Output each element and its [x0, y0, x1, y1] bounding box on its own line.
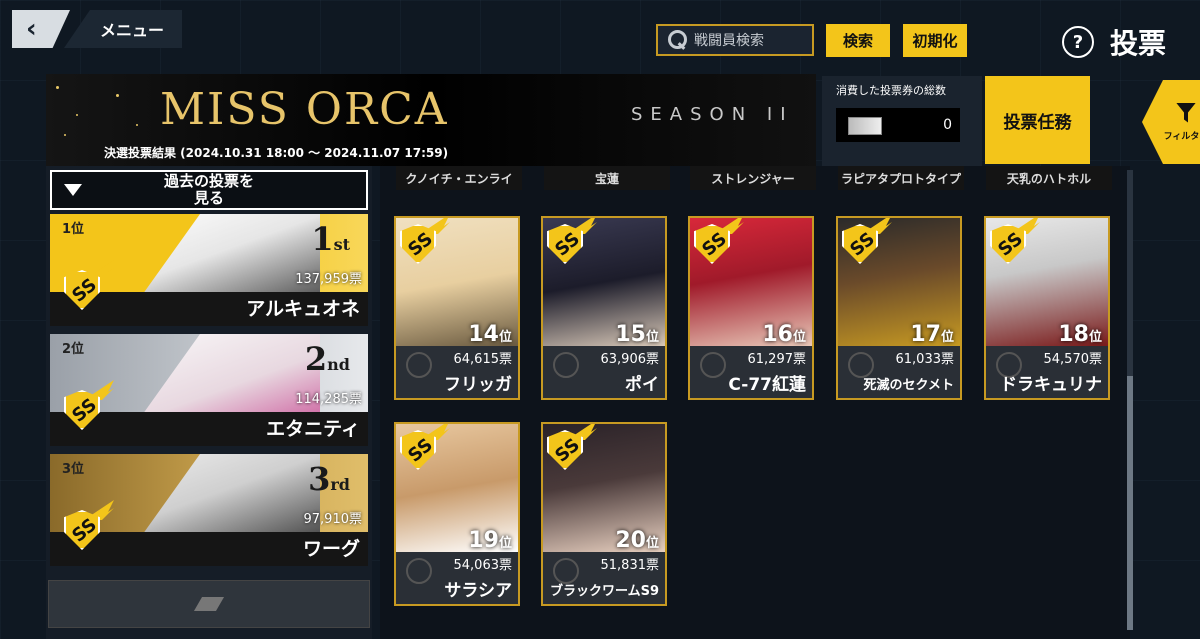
vote-count: 51,831票 — [600, 558, 660, 573]
rank-name: アルキュオネ — [246, 298, 360, 320]
vote-count: 64,615票 — [453, 352, 513, 367]
character-name: ポイ — [625, 375, 659, 395]
character-name: C-77紅蓮 — [728, 375, 806, 395]
faction-icon — [553, 352, 579, 378]
rank-number: 18位 — [1058, 322, 1102, 347]
ticket-counter: 消費した投票券の総数 0 — [822, 76, 982, 166]
ticket-counter-label: 消費した投票券の総数 — [836, 84, 946, 97]
chevron-left-icon: ‹ — [26, 14, 37, 44]
rank-card-2[interactable]: 2位 2nd 114,285票 エタニティ SS — [50, 334, 368, 446]
vote-count: 63,906票 — [600, 352, 660, 367]
prev-row-name: ラピアタプロトタイプ — [838, 166, 964, 190]
ss-badge-icon: SS — [58, 260, 114, 316]
character-card[interactable]: 14位 64,615票 フリッガ SS — [394, 216, 520, 400]
character-card[interactable]: 19位 54,063票 サラシア SS — [394, 422, 520, 606]
rank-number: 19位 — [468, 528, 512, 553]
faction-icon — [406, 352, 432, 378]
rank-ordinal: 1st — [311, 220, 350, 258]
event-banner: MISS ORCA SEASON II 決選投票結果 (2024.10.31 1… — [46, 74, 816, 166]
question-icon[interactable]: ? — [1062, 26, 1094, 58]
rank-name: ワーグ — [302, 538, 360, 560]
banner-logo: MISS ORCA — [160, 84, 449, 135]
character-name: サラシア — [444, 581, 512, 601]
vote-count: 54,570票 — [1043, 352, 1103, 367]
filter-icon — [1176, 102, 1196, 123]
page-title: 投票 — [1110, 27, 1167, 60]
ticket-icon — [848, 117, 882, 135]
scrollbar-thumb[interactable] — [1127, 376, 1133, 630]
rank-number: 16位 — [762, 322, 806, 347]
rank-ordinal: 2nd — [304, 340, 350, 378]
reset-button[interactable]: 初期化 — [903, 24, 967, 57]
vote-count: 54,063票 — [453, 558, 513, 573]
character-card[interactable]: 17位 61,033票 死滅のセクメト SS — [836, 216, 962, 400]
menu-button[interactable]: メニュー — [64, 10, 182, 48]
ss-badge-icon: SS — [543, 218, 597, 270]
character-card[interactable]: 18位 54,570票 ドラキュリナ SS — [984, 216, 1110, 400]
prev-row-name: 宝蓮 — [544, 166, 670, 190]
vote-count: 61,297票 — [747, 352, 807, 367]
rank-number: 14位 — [468, 322, 512, 347]
rank-place: 3位 — [62, 462, 85, 477]
filter-button[interactable]: フィルター — [1142, 80, 1200, 164]
decoration-button[interactable] — [48, 580, 370, 628]
rank-place: 1位 — [62, 222, 85, 237]
character-card[interactable]: 16位 61,297票 C-77紅蓮 SS — [688, 216, 814, 400]
eraser-icon — [193, 597, 225, 611]
ticket-counter-value: 0 — [943, 117, 952, 133]
rank-number: 17位 — [910, 322, 954, 347]
rank-place: 2位 — [62, 342, 85, 357]
rank-votes: 137,959票 — [295, 272, 362, 287]
search-button[interactable]: 検索 — [826, 24, 890, 57]
ss-badge-icon: SS — [58, 380, 114, 436]
rank-card-3[interactable]: 3位 3rd 97,910票 ワーグ SS — [50, 454, 368, 566]
banner-season: SEASON II — [631, 104, 794, 125]
search-placeholder: 戦闘員検索 — [694, 33, 764, 49]
search-input[interactable]: 戦闘員検索 — [656, 24, 814, 56]
rank-name: エタニティ — [266, 418, 360, 440]
ss-badge-icon: SS — [838, 218, 892, 270]
past-votes-label: 過去の投票を 見る — [163, 172, 254, 207]
past-votes-button[interactable]: 過去の投票を 見る — [50, 170, 368, 210]
rank-votes: 114,285票 — [295, 392, 362, 407]
ss-badge-icon: SS — [690, 218, 744, 270]
ss-badge-icon: SS — [543, 424, 597, 476]
ss-badge-icon: SS — [396, 424, 450, 476]
back-button[interactable]: ‹ — [12, 10, 70, 48]
faction-icon — [700, 352, 726, 378]
banner-subtitle: 決選投票結果 (2024.10.31 18:00 ～ 2024.11.07 17… — [104, 146, 449, 160]
filter-label: フィルター — [1163, 131, 1200, 142]
faction-icon — [406, 558, 432, 584]
prev-row-name: クノイチ・エンライ — [396, 166, 522, 190]
character-name: 死滅のセクメト — [863, 378, 954, 393]
character-card[interactable]: 15位 63,906票 ポイ SS — [541, 216, 667, 400]
ss-badge-icon: SS — [58, 500, 114, 556]
ss-badge-icon: SS — [986, 218, 1040, 270]
rank-number: 15位 — [615, 322, 659, 347]
prev-row-name: 天乳のハトホル — [986, 166, 1112, 190]
character-card[interactable]: 20位 51,831票 ブラックワームS9 SS — [541, 422, 667, 606]
character-name: ブラックワームS9 — [549, 584, 659, 599]
rank-votes: 97,910票 — [303, 512, 363, 527]
rank-number: 20位 — [615, 528, 659, 553]
ss-badge-icon: SS — [396, 218, 450, 270]
triangle-down-icon — [64, 184, 82, 196]
character-name: ドラキュリナ — [1000, 375, 1102, 395]
rank-card-1[interactable]: 1位 1st 137,959票 アルキュオネ SS — [50, 214, 368, 326]
prev-row-name: ストレンジャー — [690, 166, 816, 190]
character-name: フリッガ — [444, 375, 512, 395]
search-icon — [666, 29, 688, 51]
vote-count: 61,033票 — [895, 352, 955, 367]
vote-mission-button[interactable]: 投票任務 — [985, 76, 1090, 164]
rank-ordinal: 3rd — [308, 460, 350, 498]
